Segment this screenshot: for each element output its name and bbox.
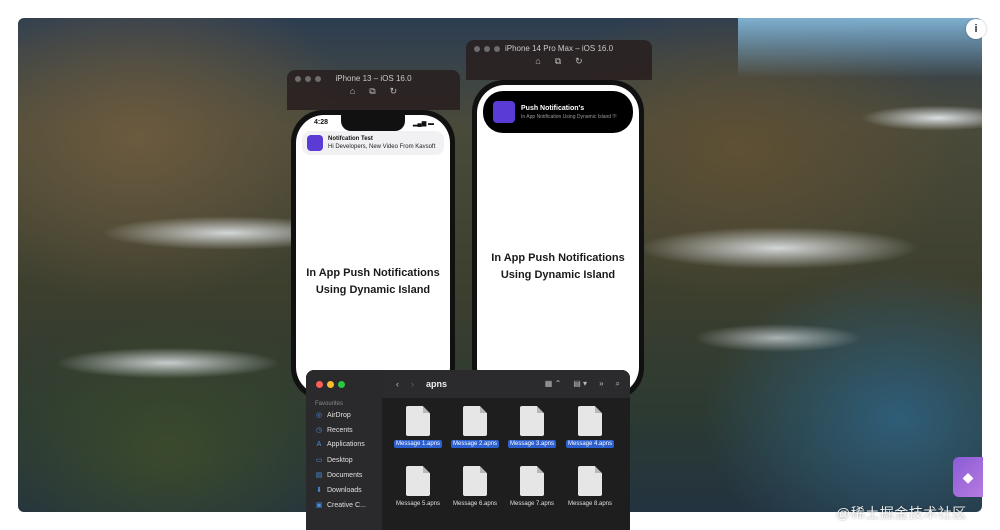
title-line-2: Using Dynamic Island — [500, 269, 616, 281]
file-name: Message 3.apns — [507, 440, 557, 448]
notification-body: Hi Developers, New Video From Kavsoft — [328, 144, 436, 150]
finder-sidebar: Favourites ◎ AirDrop ◷ Recents A Applicatio… — [306, 370, 382, 530]
title-line-1: In App Push Notifications — [306, 267, 440, 279]
file-name: Message 2.apns — [450, 440, 500, 448]
desktop-icon: ▭ — [315, 457, 323, 464]
phone-screen[interactable]: 4:28 ▂▄▆ ▬ Notifcation Test Hi Developer… — [296, 115, 450, 395]
document-icon: ▤ — [315, 472, 323, 479]
favourites-heading: Favourites — [315, 401, 344, 407]
simulator-title: iPhone 14 Pro Max – iOS 16.0 — [504, 44, 614, 53]
icon-view-icon[interactable]: ▦ ⌃ — [545, 379, 561, 389]
sidebar-item-label: Documents — [327, 471, 363, 479]
rotate-icon[interactable]: ↻ — [390, 86, 398, 97]
window-controls[interactable] — [316, 381, 345, 388]
file-name: Message 4.apns — [565, 440, 615, 448]
forward-icon[interactable]: › — [411, 379, 414, 389]
sidebar-item-label: Downloads — [327, 486, 362, 494]
sidebar-item-documents[interactable]: ▤ Documents — [315, 471, 363, 480]
sidebar-item-label: Applications — [327, 441, 365, 448]
file-name: Message 7.apns — [509, 501, 555, 507]
document-icon — [578, 466, 602, 496]
status-icons: ▂▄▆ ▬ — [412, 121, 434, 127]
island-title: Push Notification's — [521, 104, 585, 112]
screenshot-icon[interactable]: ⧉ — [369, 86, 375, 97]
more-icon[interactable]: » — [599, 379, 603, 389]
document-icon — [463, 466, 487, 496]
sidebar-item-desktop[interactable]: ▭ Desktop — [315, 456, 353, 465]
finder-toolbar: ‹ › apns ▦ ⌃ ▤ ▾ » ⌕ — [382, 370, 630, 398]
applications-icon: A — [316, 441, 322, 448]
title-line-2: Using Dynamic Island — [315, 284, 431, 296]
page-title: In App Push Notifications Using Dynamic … — [477, 250, 639, 284]
document-icon — [520, 406, 544, 436]
document-icon — [520, 466, 544, 496]
download-icon: ⬇ — [316, 487, 322, 494]
iphone-14-pro-max-simulator: Push Notification's In App Notification … — [472, 80, 644, 400]
file-item[interactable]: Message 5.apns — [389, 466, 447, 508]
document-icon — [406, 466, 430, 496]
info-icon[interactable]: i — [966, 19, 986, 39]
island-body: In App Notification Using Dynamic Island… — [521, 113, 617, 120]
file-item[interactable]: Message 3.apns — [503, 406, 561, 448]
search-icon[interactable]: ⌕ — [616, 379, 620, 389]
sidebar-item-applications[interactable]: A Applications — [315, 441, 365, 448]
phone-screen[interactable]: Push Notification's In App Notification … — [477, 85, 639, 395]
zoom-button[interactable] — [338, 381, 345, 388]
apple-icon — [493, 101, 515, 123]
sidebar-item-label: Recents — [327, 426, 353, 434]
notification-banner[interactable]: Notifcation Test Hi Developers, New Vide… — [302, 131, 444, 155]
file-item[interactable]: Message 1.apns — [389, 406, 447, 448]
sidebar-item-downloads[interactable]: ⬇ Downloads — [315, 486, 362, 495]
current-folder: apns — [426, 379, 448, 389]
group-icon[interactable]: ▤ ▾ — [573, 379, 587, 389]
simulator-window-bar-large[interactable]: iPhone 14 Pro Max – iOS 16.0 ⌂ ⧉ ↻ — [466, 40, 652, 80]
sidebar-item-label: Creative C... — [327, 501, 366, 509]
notch — [341, 115, 405, 131]
app-shortcut-icon[interactable]: ◆ — [953, 457, 983, 497]
home-icon[interactable]: ⌂ — [350, 86, 355, 97]
file-item[interactable]: Message 6.apns — [446, 466, 504, 508]
file-name: Message 1.apns — [393, 440, 443, 448]
back-icon[interactable]: ‹ — [396, 379, 399, 389]
file-item[interactable]: Message 4.apns — [561, 406, 619, 448]
notification-title: Notifcation Test — [328, 136, 373, 142]
simulator-window-bar-small[interactable]: iPhone 13 – iOS 16.0 ⌂ ⧉ ↻ — [287, 70, 460, 110]
iphone-13-simulator: 4:28 ▂▄▆ ▬ Notifcation Test Hi Developer… — [291, 110, 455, 400]
simulator-title: iPhone 13 – iOS 16.0 — [335, 74, 412, 83]
close-button[interactable] — [316, 381, 323, 388]
file-item[interactable]: Message 8.apns — [561, 466, 619, 508]
document-icon — [578, 406, 602, 436]
status-time: 4:28 — [314, 119, 329, 126]
sidebar-item-label: Desktop — [327, 456, 353, 464]
sidebar-item-airdrop[interactable]: ◎ AirDrop — [315, 411, 351, 420]
file-name: Message 5.apns — [395, 501, 441, 507]
sidebar-item-recents[interactable]: ◷ Recents — [315, 426, 353, 435]
home-icon[interactable]: ⌂ — [535, 56, 540, 67]
rotate-icon[interactable]: ↻ — [575, 56, 583, 67]
airdrop-icon: ◎ — [315, 412, 323, 419]
file-name: Message 6.apns — [452, 501, 498, 507]
file-name: Message 8.apns — [567, 501, 613, 507]
clock-icon: ◷ — [315, 427, 323, 434]
screenshot-icon[interactable]: ⧉ — [555, 56, 561, 67]
simulator-toolbar: ⌂ ⧉ ↻ — [466, 56, 652, 67]
title-line-1: In App Push Notifications — [491, 252, 625, 264]
finder-window[interactable]: Favourites ◎ AirDrop ◷ Recents A Applicatio… — [306, 370, 630, 530]
simulator-toolbar: ⌂ ⧉ ↻ — [287, 86, 460, 97]
file-item[interactable]: Message 7.apns — [503, 466, 561, 508]
document-icon — [463, 406, 487, 436]
sidebar-item-label: AirDrop — [327, 411, 351, 419]
dynamic-island-notification[interactable]: Push Notification's In App Notification … — [483, 91, 633, 133]
file-item[interactable]: Message 2.apns — [446, 406, 504, 448]
document-icon — [406, 406, 430, 436]
minimize-button[interactable] — [327, 381, 334, 388]
apple-icon — [307, 135, 323, 151]
watermark: @稀土掘金技术社区 — [836, 505, 967, 521]
cloud-folder-icon: ▣ — [315, 502, 323, 509]
page-title: In App Push Notifications Using Dynamic … — [296, 265, 450, 299]
sidebar-item-creative-cloud[interactable]: ▣ Creative C... — [315, 501, 366, 510]
